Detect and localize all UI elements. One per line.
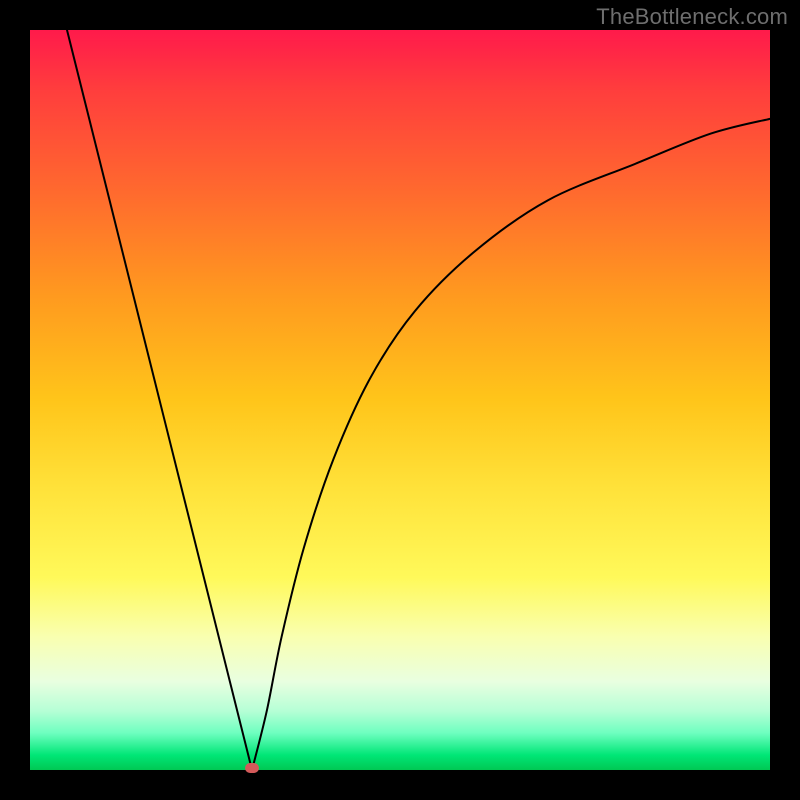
watermark-text: TheBottleneck.com [596,4,788,30]
curve-path [67,30,770,770]
minimum-marker [245,763,259,773]
bottleneck-curve [30,30,770,770]
plot-area [30,30,770,770]
chart-frame: TheBottleneck.com [0,0,800,800]
